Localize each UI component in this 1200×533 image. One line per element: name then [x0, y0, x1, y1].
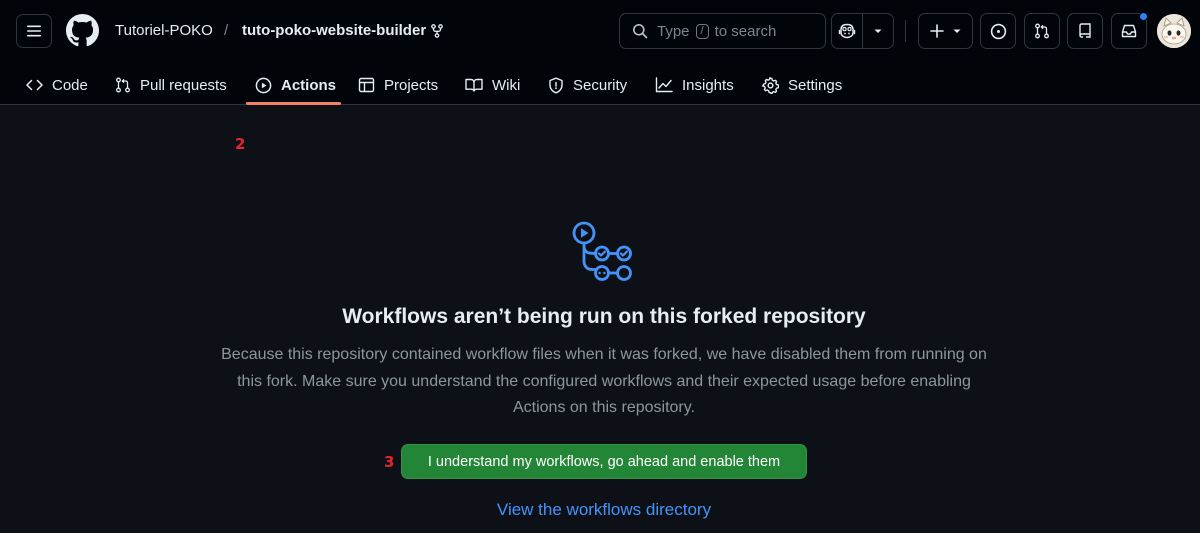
- create-new-button[interactable]: [918, 13, 973, 49]
- view-workflows-directory-link[interactable]: View the workflows directory: [0, 500, 1200, 520]
- breadcrumb-separator: /: [224, 22, 229, 39]
- tab-wiki[interactable]: Wiki: [465, 70, 520, 100]
- table-icon: [358, 77, 375, 93]
- user-avatar-icon: [1157, 14, 1191, 48]
- git-pull-request-icon: [116, 77, 130, 93]
- actions-empty-state: Workflows aren’t being run on this forke…: [0, 106, 1200, 533]
- shield-icon: [549, 77, 563, 93]
- issue-opened-icon: [990, 23, 1006, 39]
- tab-code[interactable]: Code: [26, 70, 88, 100]
- repo-name-link[interactable]: tuto-poko-website-builder: [242, 22, 426, 39]
- repo-icon: [1079, 23, 1091, 38]
- app-header: Tutoriel-POKO / tuto-poko-website-builde…: [0, 0, 1200, 153]
- tab-projects[interactable]: Projects: [358, 70, 438, 100]
- git-pull-request-icon: [1035, 23, 1049, 39]
- tab-label: Wiki: [492, 76, 521, 94]
- search-icon: [633, 24, 648, 39]
- copilot-button-group: [831, 13, 894, 49]
- repo-owner-link[interactable]: Tutoriel-POKO: [115, 22, 213, 39]
- tab-insights[interactable]: Insights: [655, 70, 734, 100]
- tab-pull-requests[interactable]: Pull requests: [115, 70, 227, 100]
- tab-label: Pull requests: [140, 76, 227, 94]
- issues-button[interactable]: [980, 13, 1016, 49]
- search-shortcut-key: /: [695, 23, 709, 39]
- tab-label: Security: [573, 76, 628, 94]
- tab-actions[interactable]: Actions: [255, 70, 336, 100]
- top-bar: Tutoriel-POKO / tuto-poko-website-builde…: [0, 0, 1200, 64]
- triangle-down-icon: [874, 29, 882, 33]
- empty-state-title: Workflows aren’t being run on this forke…: [342, 305, 866, 328]
- search-input[interactable]: Type / to search: [619, 13, 826, 49]
- inbox-icon: [1121, 24, 1137, 38]
- triangle-down-icon: [953, 29, 960, 33]
- enable-workflows-button[interactable]: I understand my workflows, go ahead and …: [401, 444, 807, 479]
- plus-icon: [929, 24, 944, 38]
- empty-state-description: Because this repository contained workfl…: [221, 346, 987, 416]
- copilot-button[interactable]: [832, 14, 862, 48]
- repo-nav-tabs: Code Pull requests 2 Actions Projects Wi…: [0, 64, 1200, 153]
- notification-indicator: [1139, 12, 1148, 21]
- tab-label: Insights: [682, 76, 734, 94]
- workflow-icon: [572, 221, 632, 281]
- repo-forked-icon: [431, 24, 443, 38]
- gear-icon: [762, 76, 779, 94]
- annotation-step-3: 3: [384, 453, 395, 471]
- copilot-icon: [838, 23, 856, 39]
- tab-label: Actions: [281, 76, 337, 94]
- search-placeholder-suffix: to search: [714, 22, 777, 40]
- github-logo-icon[interactable]: [66, 14, 99, 47]
- copilot-menu-button[interactable]: [862, 14, 893, 48]
- graph-icon: [655, 77, 673, 93]
- active-tab-indicator: [246, 102, 341, 105]
- hamburger-icon: [27, 25, 41, 37]
- repositories-button[interactable]: [1067, 13, 1103, 49]
- code-icon: [26, 79, 43, 91]
- tab-settings[interactable]: Settings: [762, 70, 842, 100]
- header-divider: [905, 20, 906, 42]
- play-icon: [255, 77, 272, 93]
- pull-requests-button[interactable]: [1024, 13, 1060, 49]
- avatar[interactable]: [1157, 14, 1191, 48]
- book-icon: [465, 78, 483, 92]
- tab-label: Projects: [384, 76, 439, 94]
- tab-label: Settings: [788, 76, 843, 94]
- menu-button[interactable]: [16, 14, 52, 48]
- tab-label: Code: [52, 76, 88, 94]
- search-placeholder-prefix: Type: [657, 22, 690, 40]
- tab-security[interactable]: Security: [548, 70, 627, 100]
